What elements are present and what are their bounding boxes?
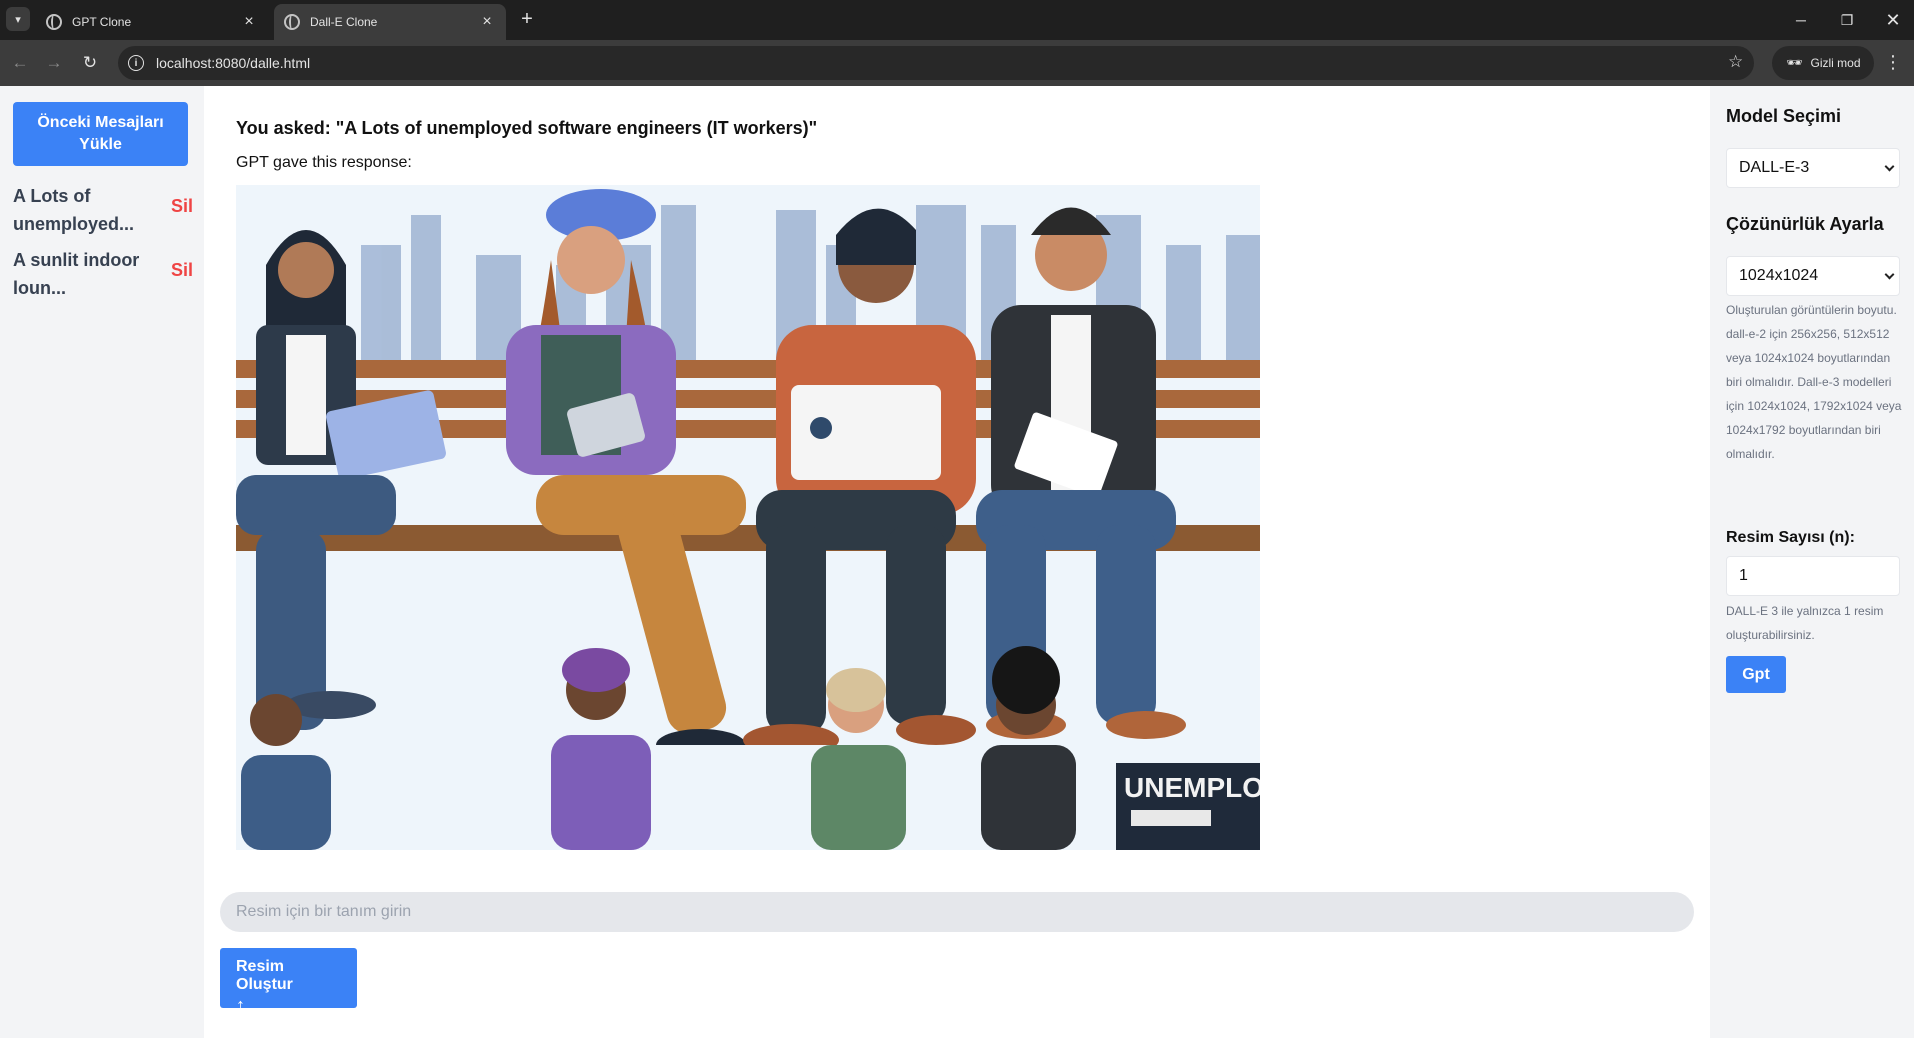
arrow-left-icon[interactable]: ← xyxy=(8,51,32,75)
response-label: GPT gave this response: xyxy=(236,154,412,171)
chevron-down-icon xyxy=(1884,269,1895,280)
history-item[interactable]: A Lots of unemployed... Sil xyxy=(13,182,193,238)
chevron-down-icon[interactable]: ▾ xyxy=(6,7,30,31)
generated-image: UNEMPLOY xyxy=(236,185,1260,850)
tab-title: Dall-E Clone xyxy=(310,15,378,29)
arrow-up-icon: ↑ xyxy=(236,995,245,1015)
create-image-button[interactable]: Resim Oluştur ↑ xyxy=(220,948,357,1014)
url-text: localhost:8080/dalle.html xyxy=(156,55,311,71)
delete-button[interactable]: Sil xyxy=(171,260,193,281)
tab-gpt-clone[interactable]: GPT Clone × xyxy=(36,4,268,40)
close-icon[interactable]: × xyxy=(240,13,258,31)
arrow-right-icon[interactable]: → xyxy=(42,51,66,75)
globe-icon xyxy=(284,14,300,30)
tab-title: GPT Clone xyxy=(72,15,132,29)
incognito-label: Gizli mod xyxy=(1810,56,1861,70)
chat-panel: You asked: "A Lots of unemployed softwar… xyxy=(204,86,1880,1038)
image-count-help-text: DALL-E 3 ile yalnızca 1 resim oluşturabi… xyxy=(1726,604,1884,642)
chat-messages: You asked: "A Lots of unemployed softwar… xyxy=(220,100,1694,860)
history-item-label[interactable]: A Lots of unemployed... xyxy=(13,182,143,238)
chevron-down-icon xyxy=(1884,161,1895,172)
load-previous-messages-button[interactable]: Önceki Mesajları Yükle xyxy=(13,102,188,166)
history-item-label[interactable]: A sunlit indoor loun... xyxy=(13,246,143,302)
image-count-input[interactable]: 1 xyxy=(1726,556,1900,596)
kebab-menu-icon[interactable]: ⋮ xyxy=(1884,52,1902,73)
address-bar[interactable]: i localhost:8080/dalle.html xyxy=(118,46,1754,80)
user-question: You asked: "A Lots of unemployed softwar… xyxy=(236,118,818,138)
window-close-icon[interactable]: ✕ xyxy=(1878,6,1908,34)
history-item[interactable]: A sunlit indoor loun... Sil xyxy=(13,246,193,302)
reload-icon[interactable]: ↻ xyxy=(78,51,102,75)
tab-dalle-clone[interactable]: Dall-E Clone × xyxy=(274,4,506,40)
model-select-value: DALL-E-3 xyxy=(1739,159,1810,176)
image-count-heading: Resim Sayısı (n): xyxy=(1726,529,1855,546)
plus-icon[interactable]: + xyxy=(516,8,538,30)
model-heading: Model Seçimi xyxy=(1726,106,1842,126)
browser-toolbar: ← → ↻ i localhost:8080/dalle.html ☆ 🕶 Gi… xyxy=(0,40,1914,86)
gpt-button[interactable]: Gpt xyxy=(1726,656,1786,693)
model-select[interactable]: DALL-E-3 xyxy=(1726,148,1900,188)
info-icon[interactable]: i xyxy=(128,55,144,71)
settings-panel: Model Seçimi DALL-E-3 Çözünürlük Ayarla … xyxy=(1710,86,1914,1038)
restore-icon[interactable]: ❐ xyxy=(1832,6,1862,34)
resolution-select-value: 1024x1024 xyxy=(1739,267,1819,284)
incognito-indicator[interactable]: 🕶 Gizli mod xyxy=(1772,46,1874,80)
app: Önceki Mesajları Yükle A Lots of unemplo… xyxy=(0,86,1914,1038)
image-description-input[interactable] xyxy=(220,892,1694,932)
generated-image-illustration: UNEMPLOY xyxy=(236,185,1260,850)
history-sidebar: Önceki Mesajları Yükle A Lots of unemplo… xyxy=(0,86,204,1038)
star-icon[interactable]: ☆ xyxy=(1728,52,1743,72)
resolution-select[interactable]: 1024x1024 xyxy=(1726,256,1900,296)
create-image-button-label: Resim Oluştur xyxy=(236,958,293,993)
browser-tab-strip: ▾ GPT Clone × Dall-E Clone × + ─ ❐ ✕ xyxy=(0,0,1914,40)
minimize-icon[interactable]: ─ xyxy=(1786,6,1816,34)
globe-icon xyxy=(46,14,62,30)
image-count-value: 1 xyxy=(1739,567,1748,584)
resolution-help-text: Oluşturulan görüntülerin boyutu. dall-e-… xyxy=(1726,303,1902,461)
sign-text: UNEMPLOY xyxy=(1124,772,1260,803)
close-icon[interactable]: × xyxy=(478,13,496,31)
delete-button[interactable]: Sil xyxy=(171,196,193,217)
resolution-heading: Çözünürlük Ayarla xyxy=(1726,214,1884,234)
incognito-icon: 🕶 xyxy=(1786,55,1803,70)
